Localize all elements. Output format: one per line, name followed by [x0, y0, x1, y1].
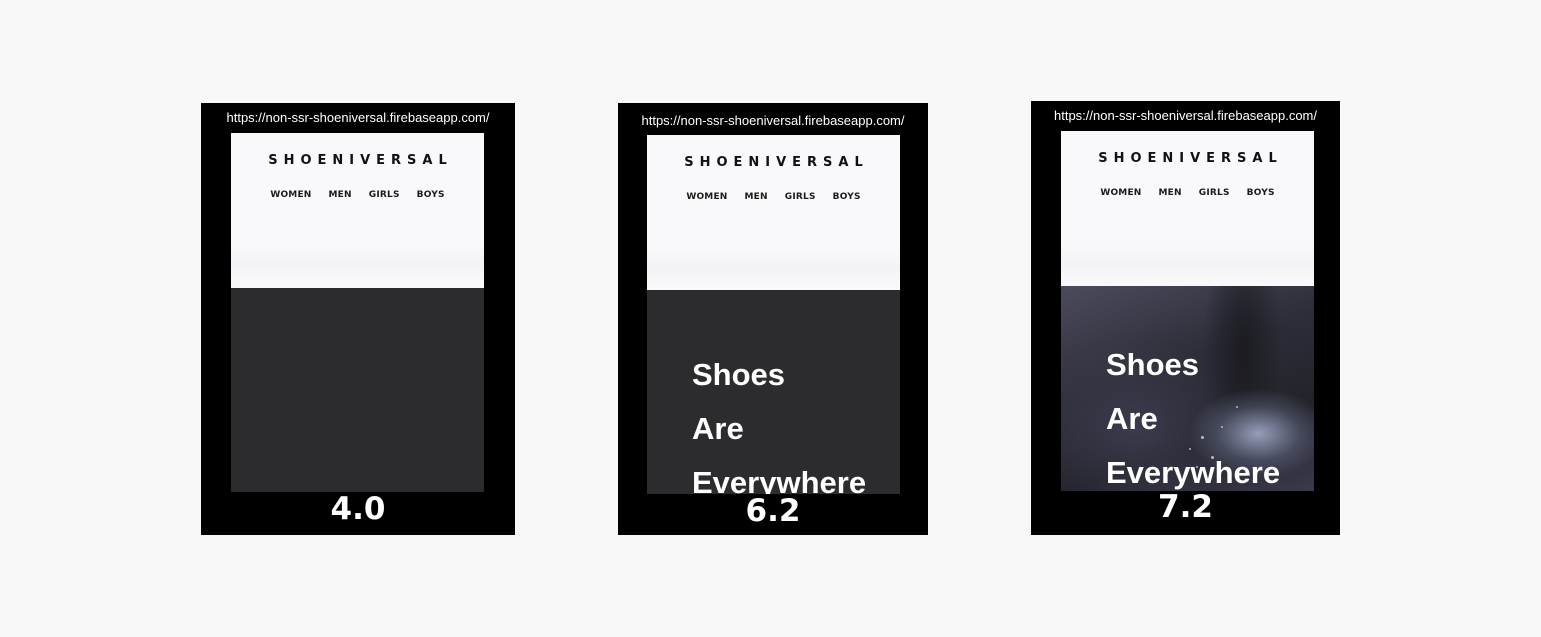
hero-banner [231, 288, 484, 492]
loading-placeholder [1061, 243, 1314, 283]
main-nav: WOMEN MEN GIRLS BOYS [1061, 188, 1314, 198]
nav-item-boys[interactable]: BOYS [1247, 188, 1275, 198]
site-header: SHOENIVERSAL WOMEN MEN GIRLS BOYS [647, 135, 900, 290]
nav-item-men[interactable]: MEN [745, 192, 768, 202]
site-header: SHOENIVERSAL WOMEN MEN GIRLS BOYS [1061, 131, 1314, 286]
hero-headline-line-1: Shoes [692, 357, 786, 392]
filmstrip-frame-3: https://non-ssr-shoeniversal.firebaseapp… [1031, 101, 1340, 535]
frame-score: 4.0 [330, 491, 386, 527]
filmstrip-frame-1: https://non-ssr-shoeniversal.firebaseapp… [201, 103, 515, 535]
frame-score: 7.2 [1158, 489, 1213, 525]
brand-logo: SHOENIVERSAL [684, 155, 869, 170]
frame-score: 6.2 [745, 493, 801, 529]
address-bar-url: https://non-ssr-shoeniversal.firebaseapp… [641, 113, 905, 128]
nav-item-boys[interactable]: BOYS [833, 192, 861, 202]
nav-item-men[interactable]: MEN [1159, 188, 1182, 198]
page-viewport: SHOENIVERSAL WOMEN MEN GIRLS BOYS Shoes … [1061, 131, 1314, 491]
loading-placeholder [231, 245, 484, 285]
nav-item-men[interactable]: MEN [329, 190, 352, 200]
nav-item-women[interactable]: WOMEN [270, 190, 311, 200]
brand-logo: SHOENIVERSAL [1098, 151, 1283, 166]
nav-item-girls[interactable]: GIRLS [785, 192, 816, 202]
nav-item-boys[interactable]: BOYS [417, 190, 445, 200]
nav-item-women[interactable]: WOMEN [1100, 188, 1141, 198]
brand-logo: SHOENIVERSAL [268, 153, 453, 168]
address-bar-url: https://non-ssr-shoeniversal.firebaseapp… [1053, 108, 1317, 123]
nav-item-girls[interactable]: GIRLS [369, 190, 400, 200]
hero-banner: Shoes Are Everywhere [647, 290, 900, 494]
site-header: SHOENIVERSAL WOMEN MEN GIRLS BOYS [231, 133, 484, 288]
main-nav: WOMEN MEN GIRLS BOYS [231, 190, 484, 200]
nav-item-girls[interactable]: GIRLS [1199, 188, 1230, 198]
nav-item-women[interactable]: WOMEN [686, 192, 727, 202]
loading-placeholder [647, 247, 900, 287]
hero-banner-image: Shoes Are Everywhere [1061, 286, 1314, 491]
hero-headline-line-3: Everywhere [692, 465, 867, 494]
filmstrip-frame-2: https://non-ssr-shoeniversal.firebaseapp… [618, 103, 928, 535]
hero-headline: Shoes Are Everywhere [1106, 338, 1280, 491]
page-viewport: SHOENIVERSAL WOMEN MEN GIRLS BOYS [231, 133, 484, 492]
hero-headline-line-2: Are [692, 411, 744, 446]
address-bar-url: https://non-ssr-shoeniversal.firebaseapp… [226, 110, 490, 125]
page-viewport: SHOENIVERSAL WOMEN MEN GIRLS BOYS Shoes … [647, 135, 900, 494]
hero-headline-line-3: Everywhere [1106, 455, 1281, 490]
hero-headline-line-2: Are [1106, 401, 1158, 436]
hero-headline: Shoes Are Everywhere [692, 348, 866, 494]
hero-headline-line-1: Shoes [1106, 347, 1200, 382]
main-nav: WOMEN MEN GIRLS BOYS [647, 192, 900, 202]
